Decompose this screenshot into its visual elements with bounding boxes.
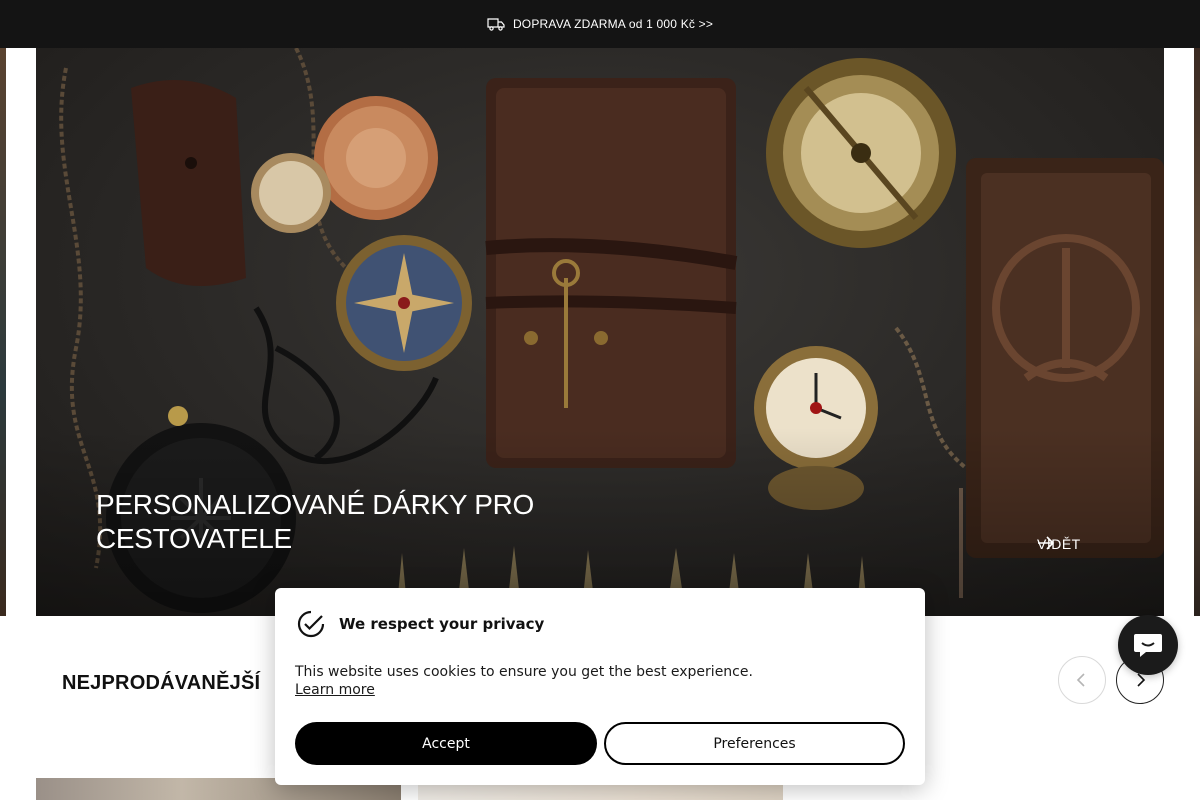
next-slide-peek xyxy=(1194,48,1200,616)
cookie-text: This website uses cookies to ensure you … xyxy=(295,664,753,680)
slider-gap-left xyxy=(6,48,36,616)
slider-gap-right xyxy=(1164,48,1194,616)
truck-icon xyxy=(487,18,505,31)
announcement-bar[interactable]: DOPRAVA ZDARMA od 1 000 Kč >> xyxy=(0,0,1200,48)
learn-more-link[interactable]: Learn more xyxy=(295,682,375,698)
cookie-header: We respect your privacy xyxy=(297,610,544,638)
cookie-title: We respect your privacy xyxy=(339,615,545,633)
announcement-text[interactable]: DOPRAVA ZDARMA od 1 000 Kč >> xyxy=(513,17,713,31)
hero-title: PERSONALIZOVANÉ DÁRKY PRO CESTOVATELE xyxy=(96,489,535,554)
chat-icon xyxy=(1134,634,1162,657)
hero-cta-link[interactable]: VIDĚT xyxy=(1037,536,1081,552)
chevron-left-icon xyxy=(1076,673,1085,687)
chat-button[interactable] xyxy=(1118,615,1178,675)
hero-slide[interactable]: PERSONALIZOVANÉ DÁRKY PRO CESTOVATELE VI… xyxy=(36,48,1164,616)
arrow-right-icon xyxy=(1038,536,1055,550)
bestsellers-title: NEJPRODÁVANĚJŠÍ xyxy=(62,672,261,694)
accept-button[interactable]: Accept xyxy=(295,722,597,765)
carousel-prev-button[interactable] xyxy=(1058,656,1106,704)
cookie-banner: We respect your privacy This website use… xyxy=(275,588,925,785)
check-badge-icon xyxy=(297,610,325,638)
chevron-right-icon xyxy=(1137,673,1146,687)
preferences-button[interactable]: Preferences xyxy=(604,722,905,765)
hero-slider: PERSONALIZOVANÉ DÁRKY PRO CESTOVATELE VI… xyxy=(0,48,1200,616)
